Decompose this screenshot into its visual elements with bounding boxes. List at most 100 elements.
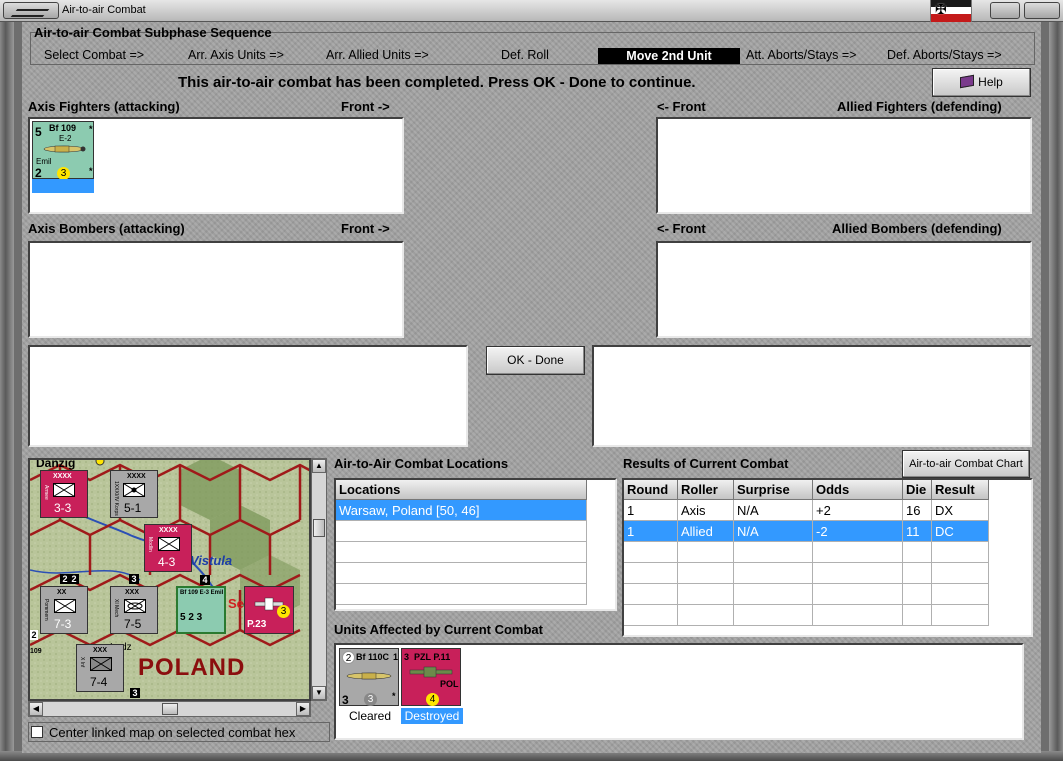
- location-row-empty: [336, 584, 587, 605]
- horizontal-scroll-thumb[interactable]: [162, 703, 178, 715]
- col-surprise[interactable]: Surprise: [734, 480, 813, 500]
- counter-size: XXXX: [53, 473, 72, 480]
- system-menu-button[interactable]: [3, 2, 59, 19]
- counter-value: 7-3: [54, 617, 72, 631]
- result-cell[interactable]: 11: [903, 521, 932, 542]
- step-att-aborts-stays: Att. Aborts/Stays =>: [746, 48, 857, 62]
- map-counter-xi-mech[interactable]: XXX XI Mech 7-5 3: [110, 574, 158, 634]
- unit-top-right-value: 1: [393, 652, 399, 662]
- result-cell[interactable]: Allied: [678, 521, 734, 542]
- map-counter-p23[interactable]: P.23 3: [244, 586, 294, 634]
- help-book-icon: [960, 74, 975, 89]
- affected-unit-pzl[interactable]: 3 PZL P.11 POL 4 Destroyed: [401, 648, 463, 724]
- map-counter-korps[interactable]: XXXX 1XXXI/IV Korps 5-1: [110, 470, 158, 518]
- result-cell[interactable]: DX: [932, 500, 989, 521]
- air-combat-chart-button[interactable]: Air-to-air Combat Chart: [902, 450, 1030, 478]
- scroll-up-arrow-icon[interactable]: ▲: [312, 459, 326, 473]
- map-counter-pommern[interactable]: XX Pommern 7-3 2: [40, 574, 88, 634]
- counter-name: P.23: [247, 619, 267, 630]
- axis-fighters-panel[interactable]: 5 Bf 109 * E-2 Emil 2 3 *: [28, 117, 404, 214]
- result-cell-empty: [932, 584, 989, 605]
- result-cell-empty: [932, 542, 989, 563]
- map-city-partial: Se: [228, 596, 244, 611]
- results-title: Results of Current Combat: [623, 456, 789, 471]
- map-counter-modlin[interactable]: XXXX Modlin 4-3: [144, 524, 192, 572]
- unit-dot-value: 4: [426, 693, 439, 706]
- map-counter-x-inf[interactable]: XXX X Inf 7-4: [76, 644, 124, 692]
- result-cell[interactable]: -2: [813, 521, 903, 542]
- scroll-left-arrow-icon[interactable]: ◀: [29, 702, 43, 716]
- axis-bombers-panel[interactable]: [28, 241, 404, 338]
- result-cell[interactable]: Axis: [678, 500, 734, 521]
- help-button-label: Help: [978, 75, 1003, 89]
- counter-value: 5 2 3: [180, 612, 203, 623]
- step-arr-axis-units: Arr. Axis Units =>: [188, 48, 284, 62]
- scroll-right-arrow-icon[interactable]: ▶: [296, 702, 310, 716]
- result-cell[interactable]: +2: [813, 500, 903, 521]
- result-cell[interactable]: 16: [903, 500, 932, 521]
- allied-fighters-panel[interactable]: [656, 117, 1032, 214]
- vertical-scroll-thumb[interactable]: [313, 519, 325, 537]
- ok-done-button[interactable]: OK - Done: [486, 346, 585, 375]
- result-cell-empty: [734, 542, 813, 563]
- unit-top-left-value: 2: [342, 651, 355, 664]
- results-grid[interactable]: Round Roller Surprise Odds Die Result 1 …: [622, 478, 1033, 637]
- locations-list[interactable]: Locations Warsaw, Poland [50, 46]: [334, 478, 617, 611]
- unit-bottom-left-value: 3: [342, 693, 349, 707]
- bf110-counter[interactable]: 2 Bf 110C 1 3 3 *: [339, 648, 399, 707]
- center-map-option[interactable]: Center linked map on selected combat hex: [28, 722, 330, 742]
- col-roller[interactable]: Roller: [678, 480, 734, 500]
- affected-unit-bf110[interactable]: 2 Bf 110C 1 3 3 * Cleared: [339, 648, 401, 724]
- window-close-button[interactable]: [1024, 2, 1060, 19]
- map-corner-mark: 2: [30, 630, 38, 640]
- center-map-checkbox[interactable]: [31, 726, 43, 738]
- allied-fighters-label: Allied Fighters (defending): [837, 99, 1002, 114]
- aircraft-icon: [346, 672, 392, 680]
- step-def-roll: Def. Roll: [501, 48, 549, 62]
- col-die[interactable]: Die: [903, 480, 932, 500]
- result-cell-empty: [678, 542, 734, 563]
- window-control-button[interactable]: [990, 2, 1020, 19]
- step-select-combat: Select Combat =>: [44, 48, 145, 62]
- map-corner-mark: 109: [30, 648, 42, 655]
- result-cell-empty: [624, 584, 678, 605]
- scroll-down-arrow-icon[interactable]: ▼: [312, 686, 326, 700]
- result-cell[interactable]: N/A: [734, 521, 813, 542]
- result-cell-empty: [903, 563, 932, 584]
- result-cell-empty: [734, 563, 813, 584]
- counter-size: XXX: [125, 589, 140, 596]
- col-round[interactable]: Round: [624, 480, 678, 500]
- result-cell[interactable]: N/A: [734, 500, 813, 521]
- unit-status: Cleared: [348, 709, 392, 723]
- axis-fighter-counter[interactable]: 5 Bf 109 * E-2 Emil 2 3 *: [32, 121, 94, 180]
- map-counter-bf109[interactable]: Bf 109 E-3 Emil 5 2 3 4: [176, 575, 226, 634]
- location-row[interactable]: Warsaw, Poland [50, 46]: [336, 500, 587, 521]
- counter-name: Modlin: [147, 537, 153, 552]
- result-cell-empty: [903, 584, 932, 605]
- help-button[interactable]: Help: [932, 68, 1031, 97]
- aircraft-icon: [43, 145, 86, 153]
- pzl-counter[interactable]: 3 PZL P.11 POL 4: [401, 648, 461, 706]
- unit-top-left-value: 3: [404, 652, 410, 662]
- col-result[interactable]: Result: [932, 480, 989, 500]
- counter-corner-marker: 4: [200, 575, 210, 585]
- allied-bombers-front-label: <- Front: [657, 221, 706, 236]
- map-counter-armee[interactable]: XXXX Armee 3-3: [40, 470, 88, 518]
- result-cell[interactable]: DC: [932, 521, 989, 542]
- result-cell[interactable]: 1: [624, 521, 678, 542]
- window-frame-right: [1049, 22, 1063, 761]
- hq-symbol-icon: [123, 483, 145, 497]
- locations-header[interactable]: Locations: [336, 480, 587, 500]
- result-cell-empty: [678, 584, 734, 605]
- result-cell-empty: [734, 605, 813, 626]
- affected-title: Units Affected by Current Combat: [334, 622, 543, 637]
- affected-units-panel[interactable]: 2 Bf 110C 1 3 3 * Cleared 3 PZL P.11 POL…: [334, 643, 1024, 740]
- map-horizontal-scrollbar[interactable]: ◀ ▶: [28, 701, 311, 717]
- result-cell[interactable]: 1: [624, 500, 678, 521]
- col-odds[interactable]: Odds: [813, 480, 903, 500]
- linked-map[interactable]: Lodz Danzig Vistula POLAND Se XXXX Armee…: [28, 458, 311, 701]
- allied-bombers-panel[interactable]: [656, 241, 1032, 338]
- map-vertical-scrollbar[interactable]: ▲ ▼: [311, 458, 327, 701]
- counter-name: 1XXXI/IV Korps: [113, 481, 119, 516]
- result-cell-empty: [624, 542, 678, 563]
